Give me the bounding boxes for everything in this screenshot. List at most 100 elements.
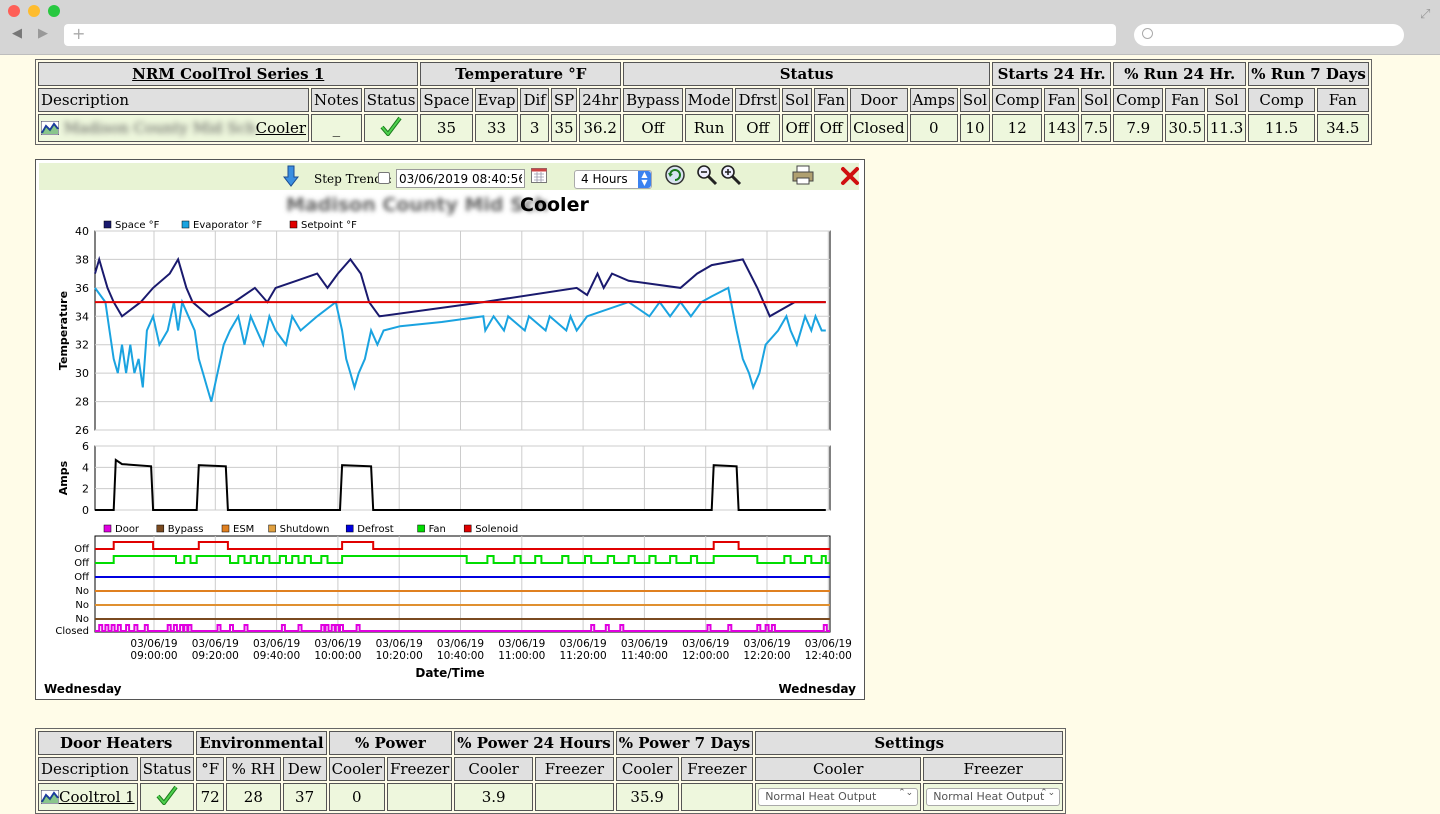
temp-y-tick-label: 32	[75, 339, 89, 352]
setting-cooler-cell: Normal Heat Output ⌃⌄	[755, 783, 922, 811]
unit-link[interactable]: Cooler	[256, 119, 306, 137]
starts-fan-value: 143	[1044, 114, 1080, 142]
p24-cooler-value: 3.9	[454, 783, 533, 811]
col-fan: Fan	[814, 88, 849, 112]
door-value: Closed	[850, 114, 908, 142]
x-tick-time: 09:40:00	[253, 650, 300, 662]
dh-col-p7-cooler: Cooler	[615, 757, 679, 781]
door-heaters-group-header: Door Heaters	[38, 731, 195, 755]
fullscreen-icon[interactable]: ⤢	[1420, 7, 1430, 22]
maximize-window-icon[interactable]	[48, 5, 60, 17]
status-legend-swatch	[221, 524, 230, 533]
range-select[interactable]: 4 Hours ▲ ▼	[574, 170, 652, 189]
col-notes: Notes	[311, 88, 362, 112]
x-tick-date: 03/06/19	[743, 638, 790, 650]
status-legend-swatch	[268, 524, 276, 533]
status-plot-frame	[94, 535, 831, 633]
status-ok-check-icon	[380, 116, 402, 138]
col-run7-fan: Fan	[1316, 88, 1369, 112]
status-legend-label: Fan	[429, 524, 446, 535]
environmental-group-header: Environmental	[196, 731, 327, 755]
x-tick-time: 12:40:00	[805, 650, 852, 662]
run24-sol-value: 7.5	[1081, 114, 1112, 142]
calendar-icon[interactable]	[531, 168, 547, 183]
temp-y-tick-label: 34	[75, 310, 89, 323]
power-cooler-value: 0	[328, 783, 385, 811]
col-status: Status	[363, 88, 419, 112]
x-tick-time: 09:00:00	[130, 650, 177, 662]
amps-plot-frame	[94, 445, 831, 511]
new-tab-plus-icon[interactable]: +	[72, 24, 85, 43]
space-value: 35	[420, 114, 473, 142]
status-row-label: Off	[74, 558, 90, 569]
temperature-group-header: Temperature °F	[420, 62, 622, 86]
print-icon[interactable]	[792, 165, 814, 185]
col-24hr: 24hr	[579, 88, 622, 112]
x-tick-time: 11:40:00	[621, 650, 668, 662]
setting-freezer-cell: Normal Heat Output ⌃⌄	[923, 783, 1064, 811]
chart-title-location: Madison County Mid Sch	[286, 194, 549, 216]
col-door: Door	[850, 88, 908, 112]
forward-arrow-icon[interactable]: ▶	[38, 26, 48, 41]
zoom-in-icon[interactable]	[720, 164, 742, 186]
arrow-down-icon[interactable]	[283, 165, 299, 187]
status-legend-swatch	[156, 524, 165, 533]
status-cell	[363, 114, 419, 142]
status-row-label: No	[75, 586, 89, 597]
dh-col-rh: % RH	[226, 757, 281, 781]
cooltrol-title-link[interactable]: NRM CoolTrol Series 1	[132, 65, 324, 83]
col-mode: Mode	[684, 88, 734, 112]
x-tick-time: 10:40:00	[437, 650, 484, 662]
temp-legend-label: Evaporator °F	[193, 220, 262, 231]
status-row-label: No	[75, 600, 89, 611]
close-trend-icon[interactable]	[840, 166, 860, 186]
status-legend-label: Defrost	[357, 524, 394, 535]
trend-graph-icon[interactable]	[41, 790, 59, 804]
amps-value: 0	[909, 114, 958, 142]
col-dfrst: Dfrst	[735, 88, 780, 112]
x-tick-date: 03/06/19	[498, 638, 545, 650]
status-row-label: No	[75, 614, 89, 625]
close-window-icon[interactable]	[8, 5, 20, 17]
heater-link[interactable]: Cooltrol 1	[59, 788, 135, 806]
status-row-label: Off	[74, 572, 90, 583]
h24-value: 36.2	[579, 114, 622, 142]
col-starts-comp: Comp	[992, 88, 1043, 112]
status-legend-label: ESM	[233, 524, 254, 535]
day-left-label: Wednesday	[44, 682, 122, 696]
col-run7-sol: Sol	[1206, 88, 1247, 112]
col-starts-fan: Fan	[1044, 88, 1080, 112]
dh-col-p24-freezer: Freezer	[534, 757, 614, 781]
search-icon	[1142, 28, 1153, 39]
run7-fan-value: 34.5	[1316, 114, 1369, 142]
status-legend-label: Bypass	[168, 524, 204, 535]
setting-cooler-select[interactable]: Normal Heat Output ⌃⌄	[758, 788, 919, 806]
address-bar[interactable]: +	[64, 24, 1116, 46]
dh-col-dew: Dew	[282, 757, 327, 781]
fan-value: Off	[814, 114, 849, 142]
minimize-window-icon[interactable]	[28, 5, 40, 17]
status-row-label: Closed	[55, 626, 89, 637]
trend-graph-icon[interactable]	[41, 121, 59, 135]
zoom-out-icon[interactable]	[696, 164, 718, 186]
datetime-input[interactable]	[396, 169, 525, 188]
sp-value: 35	[550, 114, 578, 142]
notes-cell[interactable]: _	[311, 114, 362, 142]
x-tick-time: 12:20:00	[743, 650, 790, 662]
col-run7-comp: Comp	[1248, 88, 1315, 112]
col-run24-fan: Fan	[1165, 88, 1205, 112]
refresh-icon[interactable]	[664, 164, 686, 186]
dh-col-power-freezer: Freezer	[386, 757, 453, 781]
x-tick-date: 03/06/19	[437, 638, 484, 650]
day-right-label: Wednesday	[778, 682, 856, 696]
setting-freezer-select[interactable]: Normal Heat Output ⌃⌄	[926, 788, 1061, 806]
temp-legend-label: Space °F	[115, 220, 160, 231]
x-tick-date: 03/06/19	[376, 638, 423, 650]
step-trends-checkbox[interactable]	[378, 172, 390, 184]
status-legend-label: Shutdown	[280, 524, 330, 535]
col-dif: Dif	[520, 88, 549, 112]
temp-y-tick-label: 40	[75, 225, 89, 238]
back-arrow-icon[interactable]: ◀	[12, 26, 22, 41]
col-description: Description	[38, 88, 309, 112]
search-bar[interactable]	[1134, 24, 1404, 46]
